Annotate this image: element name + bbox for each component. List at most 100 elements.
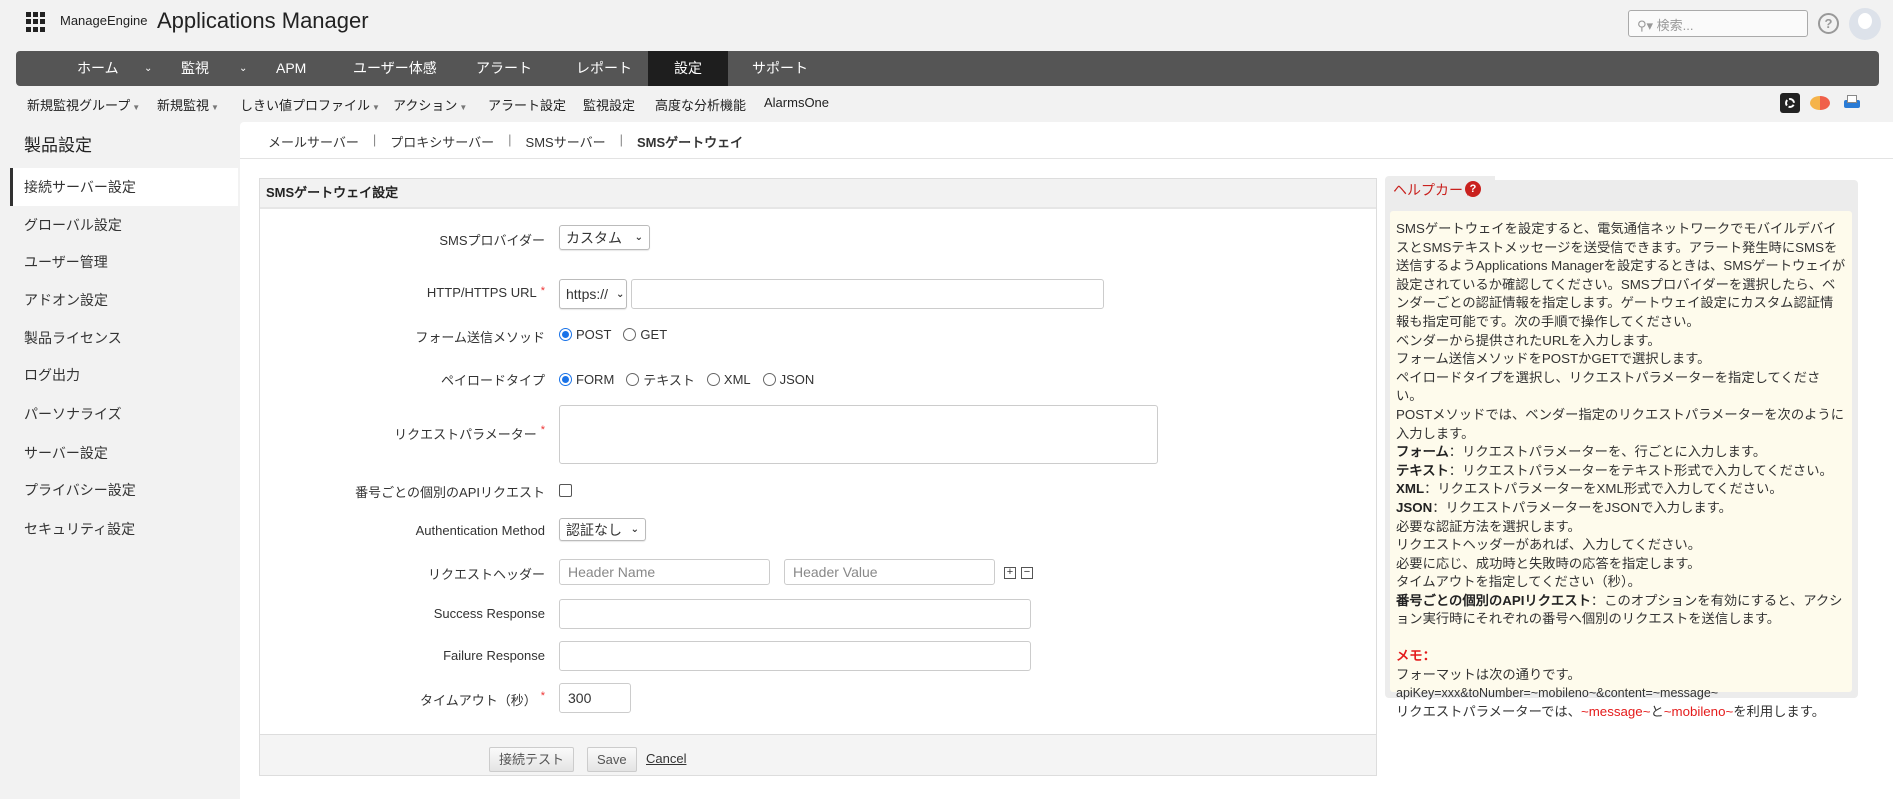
nav-reports[interactable]: レポート (576, 51, 632, 86)
radio-label: FORM (576, 372, 615, 387)
payload-form-radio[interactable] (559, 373, 572, 386)
payload-label: ペイロードタイプ (440, 373, 545, 388)
provider-label: SMSプロバイダー (439, 233, 545, 248)
memo-var: ~message~ (1580, 703, 1651, 719)
sidebar-item-server-settings[interactable]: サーバー設定 (10, 434, 238, 472)
memo-text: を利用します。 (1733, 703, 1825, 719)
help-term: フォーム (1396, 444, 1449, 460)
nav-apm[interactable]: APM (276, 51, 306, 86)
auth-method-select[interactable]: 認証なし ⌄ (559, 518, 646, 541)
method-get-radio[interactable] (623, 328, 637, 341)
required-mark: * (540, 424, 545, 436)
failure-label: Failure Response (443, 648, 545, 663)
avatar[interactable] (1849, 8, 1881, 40)
form-title: SMSゲートウェイ設定 (260, 179, 1376, 209)
timeout-input[interactable]: 300 (559, 683, 631, 713)
divider (240, 158, 1893, 159)
pie-chart-icon[interactable] (1810, 96, 1830, 110)
provider-select[interactable]: カスタム ⌄ (559, 225, 650, 250)
tab-mail-server[interactable]: メールサーバー (268, 132, 359, 151)
help-term: テキスト (1396, 462, 1449, 478)
per-number-label: 番号ごとの個別のAPIリクエスト (355, 485, 545, 500)
subnav-threshold-profile[interactable]: しきい値プロファイル ▼ (240, 95, 380, 114)
subnav-new-monitor[interactable]: 新規監視 ▼ (157, 95, 219, 114)
test-connection-button[interactable]: 接続テスト (489, 747, 575, 772)
sidebar-item-log-output[interactable]: ログ出力 (10, 356, 238, 394)
payload-text-radio[interactable] (626, 373, 640, 386)
method-post-radio[interactable] (559, 328, 572, 341)
failure-response-input[interactable] (559, 641, 1031, 671)
chevron-down-icon: ⌄ (634, 232, 643, 243)
product-name: Applications Manager (157, 8, 369, 33)
tab-proxy-server[interactable]: プロキシサーバー (390, 132, 494, 151)
nav-settings[interactable]: 設定 (648, 51, 728, 86)
app-launcher-icon[interactable] (26, 12, 46, 32)
method-label: フォーム送信メソッド (415, 330, 545, 345)
subnav-label: アクション (393, 98, 458, 113)
sidebar-item-personalize[interactable]: パーソナライズ (10, 395, 238, 433)
search-icon: ⚲▾ (1637, 18, 1657, 33)
memo-format: フォーマットは次の通りです。 (1396, 666, 1581, 682)
subnav-advanced-analytics[interactable]: 高度な分析機能 (655, 95, 746, 114)
params-label-text: リクエストパラメーター (394, 427, 537, 442)
memo-text: と (1650, 703, 1664, 719)
radio-label: JSON (779, 372, 815, 387)
help-step: ペイロードタイプを選択し、リクエストパラメーターを指定してください。 (1396, 369, 1821, 404)
subnav-alarm-settings[interactable]: アラート設定 (488, 95, 566, 114)
help-desc: ：リクエストパラメーターをJSONで入力します。 (1432, 499, 1732, 515)
success-response-input[interactable] (559, 599, 1031, 629)
subnav-new-monitor-group[interactable]: 新規監視グループ ▼ (27, 95, 140, 114)
request-params-textarea[interactable] (559, 405, 1158, 464)
payload-json-radio[interactable] (762, 373, 776, 386)
placeholder: Header Value (793, 564, 878, 580)
add-header-icon[interactable]: + (1004, 567, 1016, 579)
help-icon[interactable]: ? (1818, 13, 1839, 34)
nav-monitors[interactable]: 監視 (181, 51, 209, 86)
chevron-down-icon[interactable]: ⌄ (239, 51, 247, 86)
save-button[interactable]: Save (587, 747, 637, 772)
remove-header-icon[interactable]: − (1021, 567, 1033, 579)
search-input[interactable]: ⚲▾ 検索... (1628, 10, 1808, 37)
main-nav: ホーム ⌄ 監視 ⌄ APM ユーザー体感 アラート レポート 設定 サポート (16, 51, 1879, 86)
nav-support[interactable]: サポート (752, 51, 808, 86)
caret-down-icon: ▼ (132, 103, 141, 112)
radio-label: XML (723, 372, 751, 387)
help-desc: ：リクエストパラメーターをXML形式で入力してください。 (1424, 481, 1783, 497)
subnav-label: しきい値プロファイル (240, 98, 371, 113)
help-term: XML (1396, 481, 1425, 497)
url-label-text: HTTP/HTTPS URL (426, 285, 537, 300)
chevron-down-icon[interactable]: ⌄ (144, 51, 152, 86)
sidebar-item-license[interactable]: 製品ライセンス (10, 319, 238, 357)
sidebar-item-security[interactable]: セキュリティ設定 (10, 510, 238, 548)
sidebar-item-user-management[interactable]: ユーザー管理 (10, 243, 238, 281)
nav-user-experience[interactable]: ユーザー体感 (353, 51, 437, 86)
header-value-input[interactable]: Header Value (784, 559, 995, 585)
help-step: ベンダーから提供されたURLを入力します。 (1396, 332, 1661, 348)
tab-sms-gateway[interactable]: SMSゲートウェイ (637, 132, 743, 151)
sidebar-item-addon-settings[interactable]: アドオン設定 (10, 281, 238, 319)
sidebar-item-privacy[interactable]: プライバシー設定 (10, 471, 238, 509)
url-scheme-select[interactable]: https:// ⌄ (559, 279, 627, 309)
auth-value: 認証なし (566, 521, 622, 538)
memo-example: apiKey=xxx&toNumber=~mobileno~&content=~… (1396, 686, 1719, 701)
subnav-actions[interactable]: アクション ▼ (393, 95, 467, 114)
sidebar-item-connection-servers[interactable]: 接続サーバー設定 (10, 168, 238, 206)
payload-xml-radio[interactable] (706, 373, 720, 386)
header-name-input[interactable]: Header Name (559, 559, 770, 585)
sms-gateway-form: SMSゲートウェイ設定 SMSプロバイダー カスタム ⌄ HTTP/HTTPS U… (259, 178, 1377, 776)
print-icon[interactable] (1842, 93, 1862, 113)
subnav-monitor-settings[interactable]: 監視設定 (583, 95, 635, 114)
nav-home[interactable]: ホーム (77, 51, 119, 86)
url-input[interactable] (631, 279, 1104, 309)
sidebar-title: 製品設定 (24, 136, 92, 155)
cancel-link[interactable]: Cancel (646, 751, 686, 766)
subnav-alarmsone[interactable]: AlarmsOne (764, 95, 829, 110)
per-number-checkbox[interactable] (559, 484, 572, 497)
sidebar-item-global-settings[interactable]: グローバル設定 (10, 206, 238, 244)
help-type: JSON：リクエストパラメーターをJSONで入力します。 (1396, 499, 1846, 518)
tab-sms-server[interactable]: SMSサーバー (526, 132, 606, 151)
help-step: POSTメソッドでは、ベンダー指定のリクエストパラメーターを次のように入力します… (1396, 406, 1845, 441)
nav-alarms[interactable]: アラート (476, 51, 532, 86)
caret-down-icon: ▼ (211, 103, 219, 112)
aperture-icon[interactable] (1780, 93, 1800, 113)
